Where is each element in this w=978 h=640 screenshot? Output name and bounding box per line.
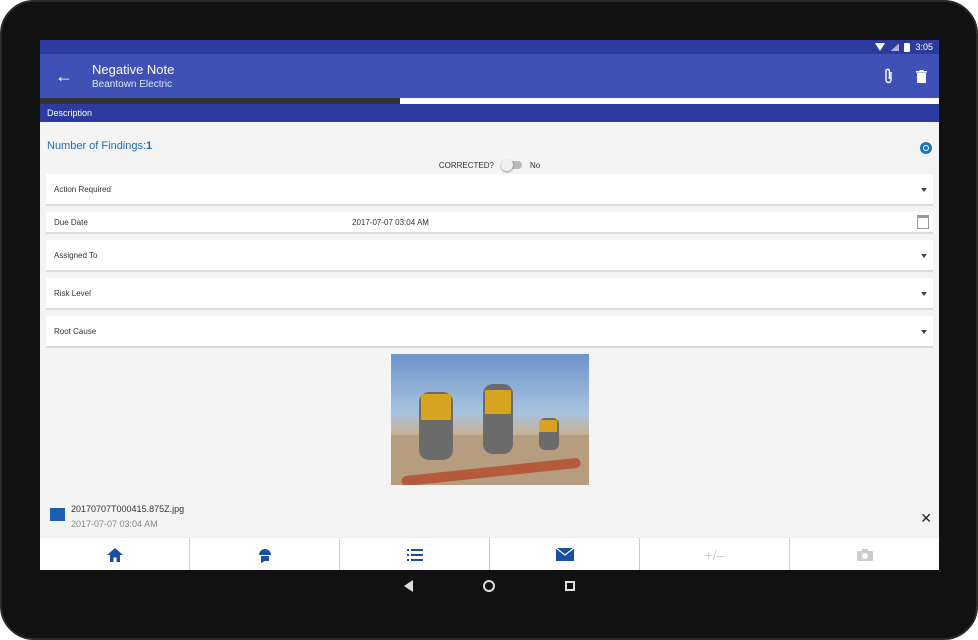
page-title: Negative Note (92, 61, 175, 77)
camera-icon[interactable] (790, 538, 939, 570)
attached-photo[interactable] (390, 354, 589, 485)
app-bar-actions (881, 54, 929, 98)
chevron-down-icon (921, 292, 927, 296)
findings-label-group: Number of Findings:1 (47, 136, 152, 154)
due-date-field[interactable]: Due Date 2017-07-07 03:04 AM (46, 212, 933, 234)
attachment-filename: 20170707T000415.875Z.jpg (71, 504, 185, 514)
attachment-date: 2017-07-07 03:04 AM (71, 519, 158, 529)
delete-icon[interactable] (913, 68, 929, 84)
due-date-label: Due Date (54, 217, 88, 227)
system-recents-icon[interactable] (564, 581, 575, 591)
battery-icon (904, 42, 911, 52)
chevron-down-icon (921, 330, 927, 334)
risk-level-select[interactable]: Risk Level (46, 278, 933, 310)
system-home-icon[interactable] (482, 580, 495, 592)
photo-container (46, 354, 933, 485)
page-subtitle: Beantown Electric (92, 78, 173, 90)
progress-bar (40, 98, 939, 104)
risk-level-label: Risk Level (54, 288, 91, 298)
wifi-icon (875, 43, 886, 51)
root-cause-select[interactable]: Root Cause (46, 316, 933, 348)
search-icon[interactable] (920, 142, 932, 154)
worker-head-icon[interactable] (190, 538, 340, 570)
list-icon[interactable] (340, 538, 490, 570)
bottom-nav: +/– (40, 537, 939, 570)
assigned-to-select[interactable]: Assigned To (46, 240, 933, 272)
attachment-item[interactable]: 20170707T000415.875Z.jpg 2017-07-07 03:0… (46, 502, 936, 534)
progress-fill (40, 98, 400, 104)
image-icon (50, 508, 65, 521)
corrected-label: CORRECTED? (438, 160, 494, 170)
calendar-icon[interactable] (917, 215, 929, 229)
attachment-icon[interactable] (881, 68, 897, 84)
chevron-down-icon (921, 254, 927, 258)
action-required-label: Action Required (54, 184, 111, 194)
app-bar: ← Negative Note Beantown Electric (40, 54, 939, 98)
plus-minus-icon[interactable]: +/– (640, 538, 790, 570)
status-time: 3:05 (915, 42, 933, 52)
form-content: Number of Findings:1 CORRECTED? No Actio… (40, 122, 939, 485)
back-arrow-icon[interactable]: ← (40, 54, 88, 98)
findings-count: 1 (146, 140, 153, 152)
status-bar: 3:05 (40, 40, 939, 54)
photo-vest (484, 390, 511, 414)
app-screen: 3:05 ← Negative Note Beantown Electric D… (40, 40, 939, 570)
photo-vest (420, 394, 451, 420)
photo-vest (538, 420, 557, 432)
tab-description[interactable]: Description (40, 104, 939, 122)
findings-label: Number of Findings: (47, 140, 147, 152)
app-bar-titles: Negative Note Beantown Electric (92, 62, 174, 91)
system-nav-bar (0, 570, 978, 602)
mail-icon[interactable] (490, 538, 640, 570)
close-icon[interactable]: ✕ (920, 510, 932, 527)
corrected-toggle[interactable] (500, 159, 522, 171)
action-required-select[interactable]: Action Required (46, 174, 933, 206)
chevron-down-icon (921, 188, 927, 192)
home-icon[interactable] (40, 538, 190, 570)
findings-row: Number of Findings:1 (46, 122, 933, 158)
signal-icon (890, 43, 900, 51)
due-date-value: 2017-07-07 03:04 AM (352, 217, 429, 227)
corrected-row: CORRECTED? No (46, 158, 933, 172)
root-cause-label: Root Cause (54, 326, 97, 336)
toggle-knob (500, 159, 513, 171)
system-back-icon[interactable] (403, 580, 413, 592)
assigned-to-label: Assigned To (54, 250, 98, 260)
corrected-value: No (529, 160, 541, 170)
